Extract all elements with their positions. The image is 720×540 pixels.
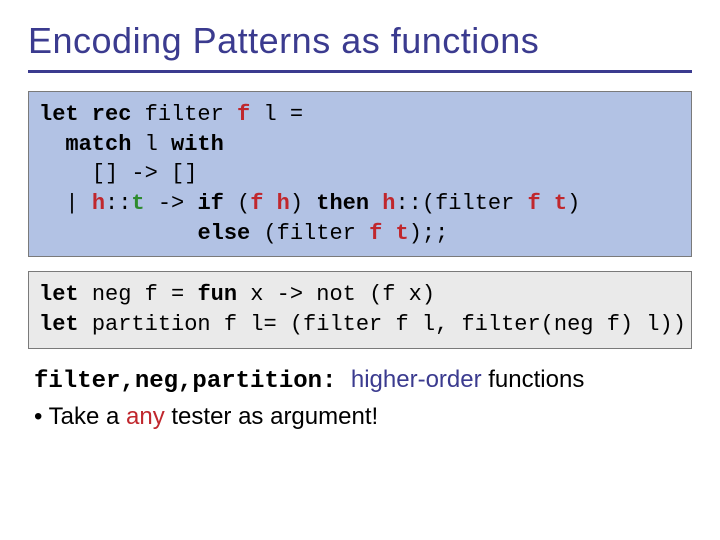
txt: l [131,132,171,157]
arg-f: f [237,102,250,127]
txt: filter [131,102,237,127]
txt [369,191,382,216]
txt: ( [224,191,250,216]
title-rule [28,70,692,73]
line-empty-case: [] -> [] [39,161,197,186]
code-block-filter: let rec filter f l = match l with [] -> … [28,91,692,257]
notes-block: filter,neg,partition: higher-order funct… [28,363,692,435]
kw-if: if [197,191,223,216]
kw-then: then [316,191,369,216]
txt: neg f = [92,282,198,307]
txt: l = [250,102,316,127]
txt: -> [145,191,198,216]
txt [39,221,197,246]
slide: Encoding Patterns as functions let rec f… [0,0,720,540]
txt: ) [290,191,316,216]
expr-f-t: f t [528,191,568,216]
expr-f-t-2: f t [369,221,409,246]
kw-fun: fun [197,282,237,307]
pat-t: t [131,191,144,216]
slide-title: Encoding Patterns as functions [28,20,692,62]
functions-text: functions [482,366,585,393]
bullet-tail: tester as argument! [165,403,378,430]
kw-let-2: let [39,312,92,337]
txt: (filter [250,221,369,246]
code-block-neg-partition: let neg f = fun x -> not (f x) let parti… [28,271,692,348]
pat-h: h [92,191,105,216]
cons: :: [105,191,131,216]
kw-match: match [39,132,131,157]
notes-line-1: filter,neg,partition: higher-order funct… [34,363,692,400]
txt: | [39,191,92,216]
txt: ) [567,191,580,216]
higher-order-text: higher-order [351,366,482,393]
txt: x -> not (f x) [237,282,435,307]
notes-line-2: • Take a any tester as argument! [34,400,692,435]
txt: );; [409,221,449,246]
kw-let-1: let [39,282,92,307]
expr-h: h [382,191,395,216]
txt: partition f l= (filter f l, filter(neg f… [92,312,686,337]
any-emph: any [126,403,165,430]
kw-else: else [197,221,250,246]
expr-f-h: f h [250,191,290,216]
txt: ::(filter [395,191,527,216]
fn-names: filter,neg,partition: [34,368,351,395]
bullet-lead: • Take a [34,403,126,430]
kw-with: with [171,132,224,157]
kw-let-rec: let rec [39,102,131,127]
